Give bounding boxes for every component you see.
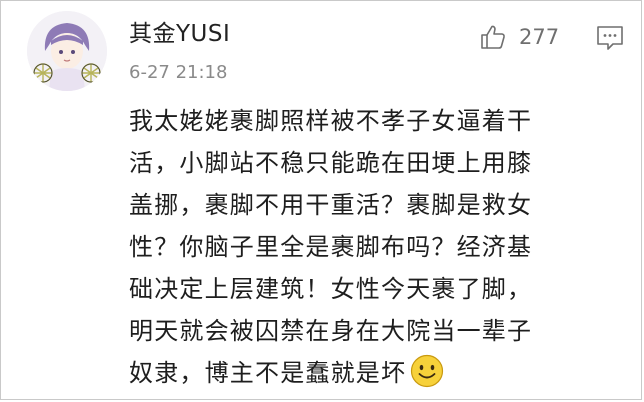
like-count: 277: [519, 25, 560, 49]
comment-line: 础决定上层建筑！女性今天裹了脚，: [129, 275, 533, 303]
comment-line: 盖挪，裹脚不用干重活？裹脚是救女: [129, 191, 533, 219]
username[interactable]: 其金YUSI: [129, 19, 230, 49]
comment-line: 性？你脑子里全是裹脚布吗？经济基: [129, 233, 533, 261]
comment-bubble-icon: [597, 26, 623, 50]
comment-timestamp: 6-27 21:18: [129, 62, 228, 83]
comment-line: 我太姥姥裹脚照样被不孝子女逼着干: [129, 107, 533, 135]
like-button[interactable]: 277: [479, 21, 559, 53]
reply-button[interactable]: [596, 25, 624, 51]
comment-line: 活，小脚站不稳只能跪在田埂上用膝: [129, 149, 533, 177]
comment-line: 明天就会被囚禁在身在大院当一辈子: [129, 317, 533, 345]
thumbs-up-icon: [481, 25, 505, 49]
smile-emoji-icon: [411, 354, 444, 388]
avatar-illustration-icon: [27, 11, 107, 91]
comment-text: 我太姥姥裹脚照样被不孝子女逼着干 活，小脚站不稳只能跪在田埂上用膝 盖挪，裹脚不…: [129, 100, 609, 394]
comment-line-text: 奴隶，博主不是蠢就是坏: [129, 359, 407, 387]
user-avatar[interactable]: [27, 11, 107, 91]
comment-last-line: 奴隶，博主不是蠢就是坏: [129, 352, 609, 394]
comment-card: 其金YUSI 6-27 21:18 277 我太姥姥裹脚照样被不孝子女逼着干 活…: [0, 0, 642, 400]
